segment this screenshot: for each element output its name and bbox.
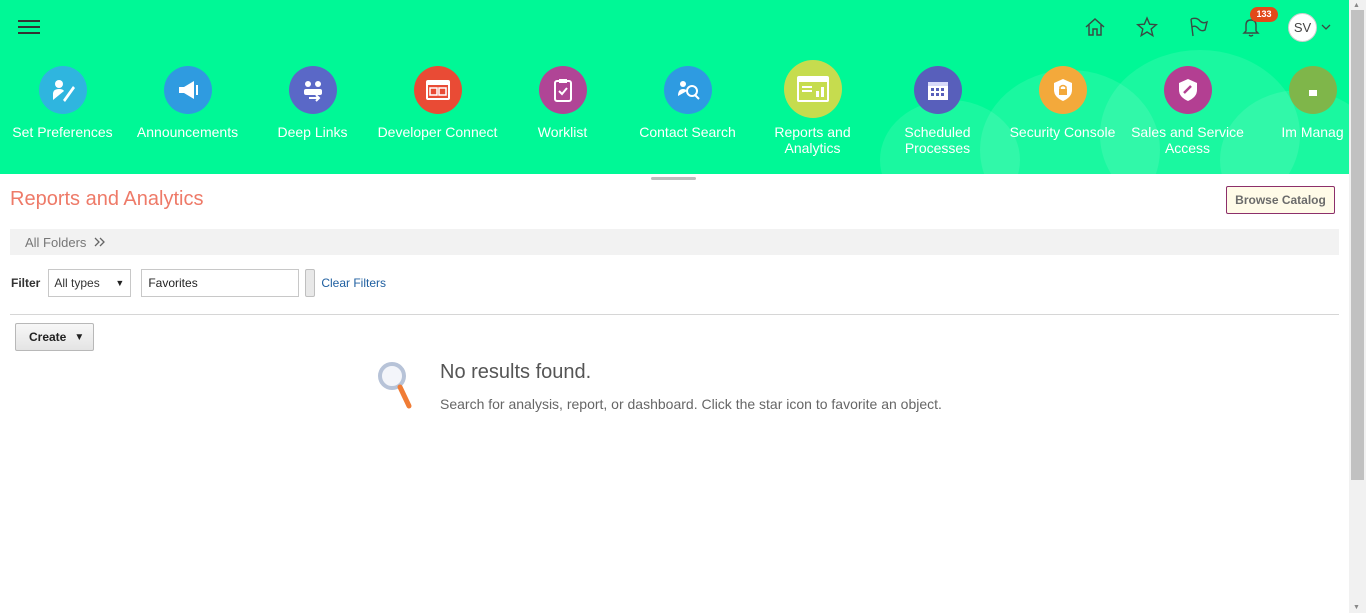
flag-icon[interactable]: [1186, 14, 1212, 40]
tile-label: Developer Connect: [377, 124, 498, 140]
tile-partial[interactable]: Im Manag: [1250, 60, 1349, 140]
no-results-title: No results found.: [440, 361, 592, 383]
caret-down-icon: ▼: [74, 331, 85, 343]
people-search-icon: [663, 66, 712, 114]
browse-catalog-button[interactable]: Browse Catalog: [1226, 186, 1335, 214]
vertical-scrollbar[interactable]: ▲ ▼: [1349, 0, 1366, 613]
clipboard-check-icon: [538, 66, 587, 114]
tile-worklist[interactable]: Worklist: [500, 60, 625, 140]
type-select-value: All types: [54, 276, 100, 290]
tile-set-preferences[interactable]: Set Preferences: [0, 60, 125, 140]
type-select[interactable]: All types ▼: [48, 269, 132, 297]
tile-label: Worklist: [537, 124, 588, 140]
scroll-up-arrow-icon[interactable]: ▲: [1353, 2, 1360, 9]
shield-check-icon: [1163, 66, 1212, 114]
tile-label: Security Console: [1009, 124, 1116, 140]
page-title: Reports and Analytics: [10, 188, 204, 210]
search-button[interactable]: [305, 269, 316, 297]
no-results-message: Search for analysis, report, or dashboar…: [440, 396, 942, 412]
link-people-icon: [288, 66, 337, 114]
user-edit-icon: [38, 66, 87, 114]
double-chevron-right-icon[interactable]: [94, 234, 106, 250]
breadcrumb: All Folders: [10, 229, 1339, 255]
clear-filters-link[interactable]: Clear Filters: [321, 276, 386, 290]
code-window-icon: [413, 66, 462, 114]
scroll-thumb[interactable]: [1351, 10, 1364, 480]
tile-label: Im Manag: [1281, 124, 1344, 140]
tile-label: Deep Links: [277, 124, 348, 140]
tile-sales-and-service-access[interactable]: Sales and Service Access: [1125, 60, 1250, 156]
search-input[interactable]: [141, 269, 300, 297]
tile-developer-connect[interactable]: Developer Connect: [375, 60, 500, 140]
chevron-down-icon[interactable]: [1321, 14, 1331, 40]
tile-label: Contact Search: [639, 124, 736, 140]
create-button-label: Create: [29, 330, 67, 344]
tile-scheduled-processes[interactable]: Scheduled Processes: [875, 60, 1000, 156]
magnifier-icon: [376, 360, 416, 410]
scroll-down-arrow-icon[interactable]: ▼: [1353, 604, 1360, 611]
tile-contact-search[interactable]: Contact Search: [625, 60, 750, 140]
home-icon[interactable]: [1082, 14, 1108, 40]
breadcrumb-all-folders[interactable]: All Folders: [25, 235, 86, 250]
global-header-icons: 133 SV: [1056, 7, 1331, 42]
tile-reports-and-analytics[interactable]: Reports and Analytics: [750, 60, 875, 156]
tile-label: Set Preferences: [12, 124, 113, 140]
calendar-icon: [913, 66, 962, 114]
tile-label: Scheduled Processes: [904, 124, 971, 156]
report-chart-icon: [783, 60, 842, 118]
springboard: Set Preferences Announcements Deep Links…: [0, 60, 1349, 170]
create-button[interactable]: Create ▼: [15, 323, 94, 351]
tile-label: Announcements: [136, 124, 239, 140]
tile-security-console[interactable]: Security Console: [1000, 60, 1125, 140]
panel-drag-handle[interactable]: [651, 177, 696, 180]
filter-label: Filter: [11, 276, 41, 290]
partial-tile-icon: [1288, 66, 1337, 114]
avatar[interactable]: SV: [1288, 12, 1317, 42]
filter-row: Filter All types ▼ Clear Filters: [11, 269, 386, 297]
divider: [10, 314, 1339, 315]
tile-label: Reports and Analytics: [774, 124, 851, 156]
tile-label: Sales and Service Access: [1131, 124, 1244, 156]
notifications-icon[interactable]: 133: [1238, 7, 1278, 40]
star-icon[interactable]: [1134, 14, 1160, 40]
megaphone-icon: [163, 66, 212, 114]
tile-announcements[interactable]: Announcements: [125, 60, 250, 140]
caret-down-icon: ▼: [115, 278, 125, 288]
shield-lock-icon: [1038, 66, 1087, 114]
notification-badge: 133: [1250, 7, 1278, 22]
header-bar: 133 SV Set Preferences Announcements Dee…: [0, 0, 1349, 174]
tile-deep-links[interactable]: Deep Links: [250, 60, 375, 140]
hamburger-icon[interactable]: [18, 17, 40, 35]
